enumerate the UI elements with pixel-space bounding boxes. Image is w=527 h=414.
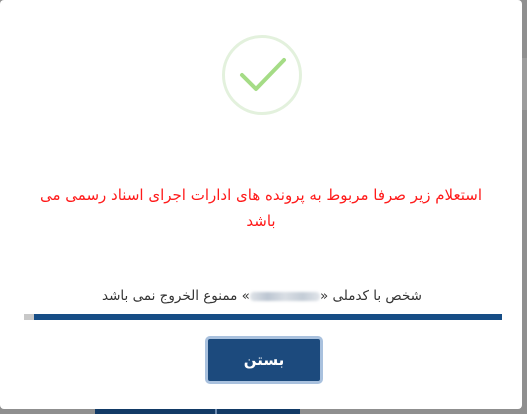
status-prefix: شخص با کدملی « (319, 288, 422, 304)
check-icon (240, 58, 286, 91)
notice-message: استعلام زیر صرفا مربوط به پرونده های ادا… (40, 186, 482, 230)
success-icon-ring (222, 35, 302, 115)
result-dialog: استعلام زیر صرفا مربوط به پرونده های ادا… (0, 0, 522, 409)
masked-national-code (249, 291, 320, 301)
status-suffix: » ممنوع الخروج نمی باشد (102, 288, 250, 304)
status-message: شخص با کدملی « » ممنوع الخروج نمی باشد (24, 286, 500, 306)
progress-bar (24, 314, 502, 320)
close-button[interactable]: بستن (205, 336, 323, 384)
progress-bar-fill (33, 314, 502, 320)
